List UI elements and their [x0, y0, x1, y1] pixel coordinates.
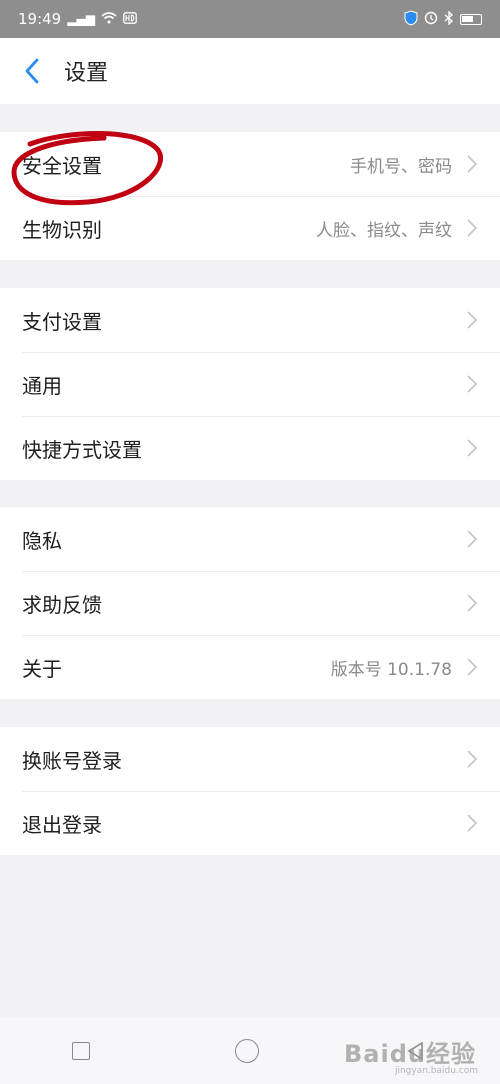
row-label: 安全设置: [22, 153, 102, 178]
status-time: 19:49: [18, 10, 62, 28]
version-value: 版本号 10.1.78: [330, 659, 452, 680]
settings-row-general[interactable]: 通用: [0, 352, 500, 416]
status-bar-left: 19:49 ▂▄▆: [18, 10, 137, 28]
settings-group-login: 换账号登录 退出登录: [0, 727, 500, 855]
settings-row-biometrics[interactable]: 生物识别 人脸、指纹、声纹: [0, 196, 500, 260]
settings-row-shortcuts[interactable]: 快捷方式设置: [0, 416, 500, 480]
settings-row-payment[interactable]: 支付设置: [0, 288, 500, 352]
chevron-right-icon: [466, 374, 478, 394]
row-value: 人脸、指纹、声纹: [316, 220, 452, 241]
settings-row-about[interactable]: 关于 版本号 10.1.78: [0, 635, 500, 699]
row-label: 生物识别: [22, 217, 102, 242]
chevron-right-icon: [466, 657, 478, 677]
row-label: 隐私: [22, 528, 62, 553]
chevron-right-icon: [466, 529, 478, 549]
row-label: 关于: [22, 656, 62, 681]
chevron-left-icon: [25, 58, 39, 84]
chevron-right-icon: [466, 749, 478, 769]
nav-header: 设置: [0, 38, 500, 104]
settings-group-about: 隐私 求助反馈 关于 版本号 10.1.78: [0, 507, 500, 699]
status-bar: 19:49 ▂▄▆: [0, 0, 500, 38]
status-bar-right: [404, 10, 482, 28]
chevron-right-icon: [466, 218, 478, 238]
chevron-right-icon: [466, 310, 478, 330]
recent-apps-button[interactable]: [72, 1041, 91, 1060]
hd-icon: [123, 12, 137, 26]
chevron-right-icon: [466, 438, 478, 458]
settings-row-feedback[interactable]: 求助反馈: [0, 571, 500, 635]
settings-group-general: 支付设置 通用 快捷方式设置: [0, 288, 500, 480]
wifi-icon: [101, 12, 117, 26]
row-label: 快捷方式设置: [22, 437, 142, 462]
settings-row-switch-account[interactable]: 换账号登录: [0, 727, 500, 791]
bluetooth-icon: [444, 10, 454, 27]
settings-group-account-security: 安全设置 手机号、密码 生物识别 人脸、指纹、声纹: [0, 132, 500, 260]
signal-icon: ▂▄▆: [67, 12, 95, 26]
chevron-right-icon: [466, 593, 478, 613]
battery-icon: [460, 13, 482, 25]
chevron-right-icon: [466, 813, 478, 833]
row-label: 支付设置: [22, 309, 102, 334]
settings-row-logout[interactable]: 退出登录: [0, 791, 500, 855]
watermark: Baidu经验: [344, 1040, 476, 1068]
settings-row-security[interactable]: 安全设置 手机号、密码: [0, 132, 500, 196]
chevron-right-icon: [466, 154, 478, 174]
watermark-url: jingyan.baidu.com: [394, 1066, 478, 1076]
alarm-icon: [424, 11, 438, 27]
settings-row-privacy[interactable]: 隐私: [0, 507, 500, 571]
home-button[interactable]: [234, 1038, 259, 1063]
back-button[interactable]: [6, 38, 58, 104]
page-title: 设置: [64, 61, 109, 86]
row-label: 求助反馈: [22, 592, 102, 617]
row-label: 通用: [22, 373, 62, 398]
row-label: 退出登录: [22, 812, 102, 837]
row-label: 换账号登录: [22, 748, 122, 773]
row-value: 手机号、密码: [350, 156, 452, 177]
shield-icon: [404, 10, 418, 28]
